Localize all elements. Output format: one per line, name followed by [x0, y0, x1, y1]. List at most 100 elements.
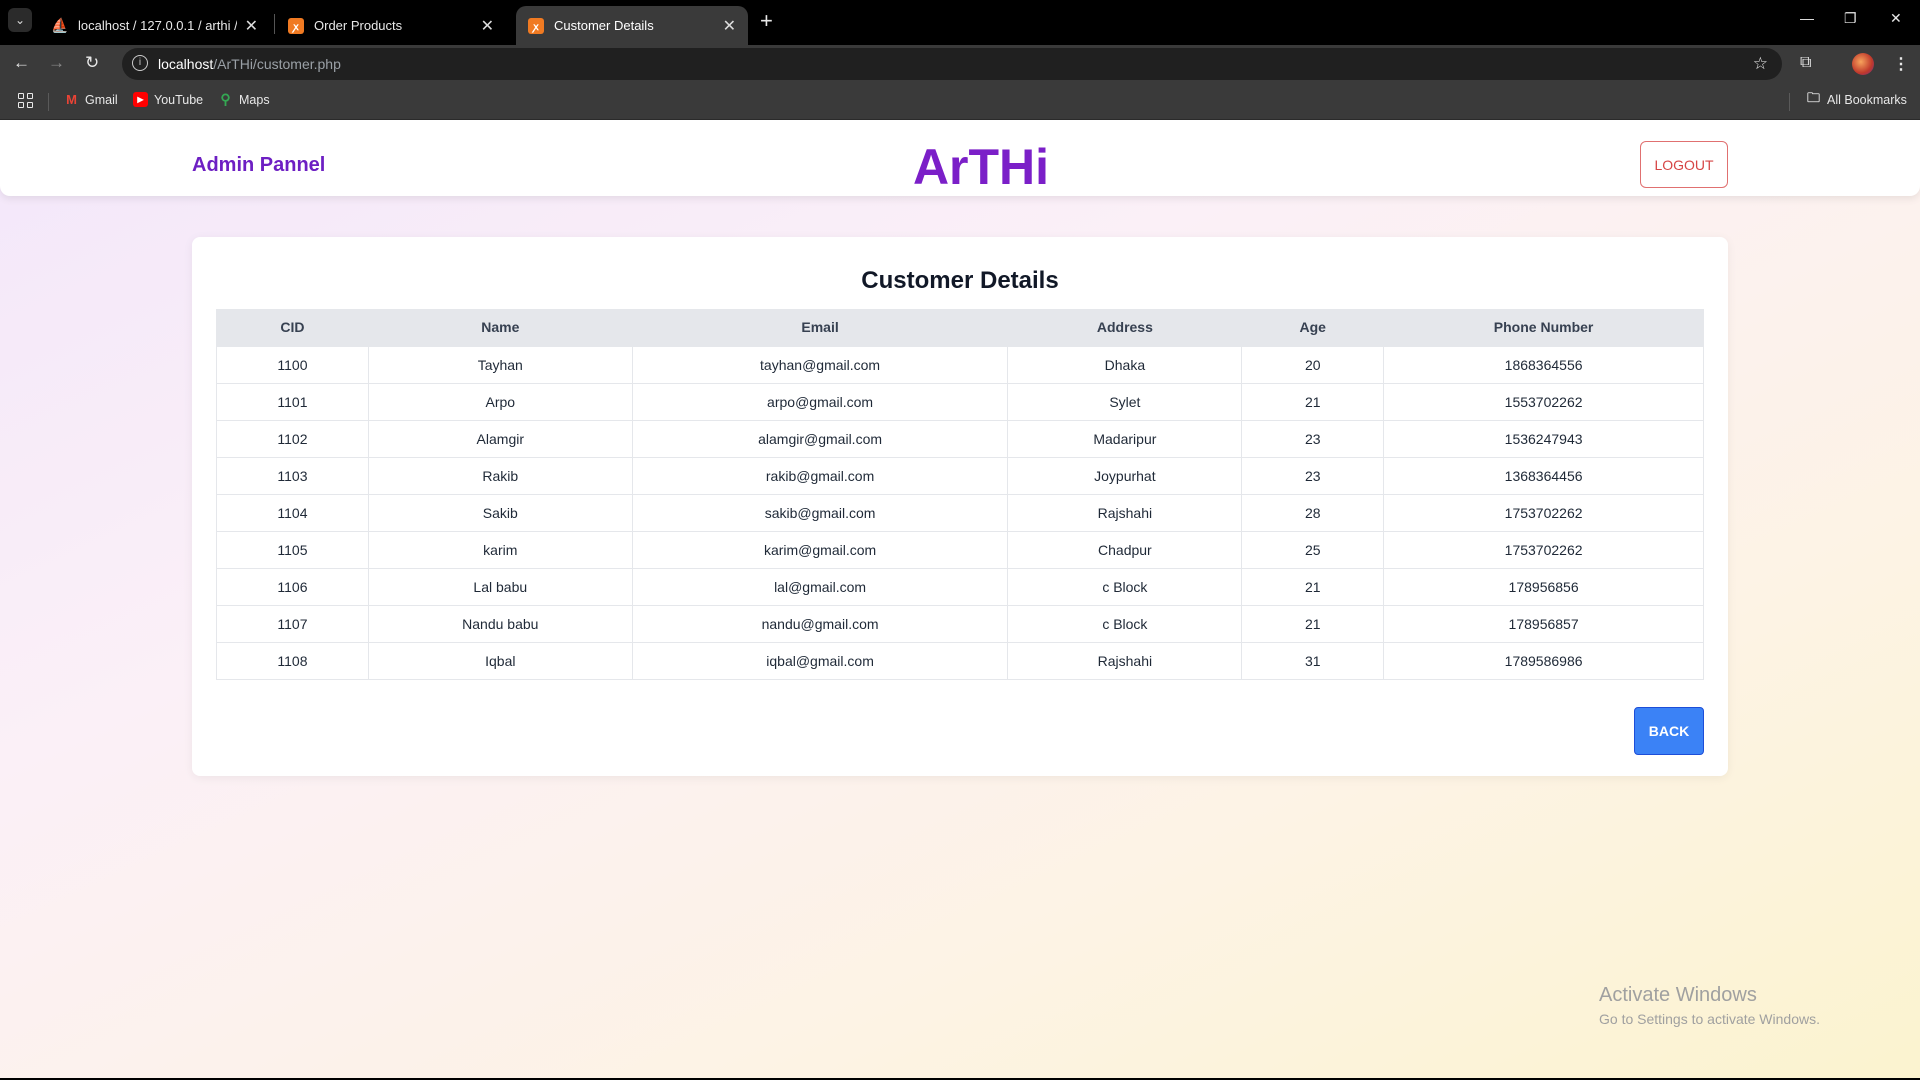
column-header-email: Email — [631, 309, 1009, 346]
cell-age: 23 — [1241, 456, 1385, 495]
bookmark-label: YouTube — [154, 92, 204, 107]
cell-address: c Block — [1007, 604, 1243, 643]
address-bar[interactable]: i localhost/ArTHi/customer.php ☆ — [122, 48, 1782, 80]
tab-order-products[interactable]: ꭗ Order Products ✕ — [276, 6, 506, 45]
tab-phpmyadmin[interactable]: ⛵ localhost / 127.0.0.1 / arthi / cu ✕ — [40, 6, 270, 45]
cell-age: 20 — [1241, 345, 1385, 384]
cell-cid: 1105 — [216, 530, 369, 569]
menu-kebab-icon[interactable]: ⋮ — [1893, 54, 1909, 74]
avatar[interactable] — [1852, 53, 1874, 75]
table-row: 1108 Iqbal iqbal@gmail.com Rajshahi 31 1… — [216, 641, 1704, 680]
column-header-address: Address — [1007, 309, 1243, 346]
cell-phone: 1789586986 — [1383, 641, 1704, 680]
cell-email: karim@gmail.com — [631, 530, 1009, 569]
cell-cid: 1103 — [216, 456, 369, 495]
cell-email: alamgir@gmail.com — [631, 419, 1009, 458]
cell-phone: 1868364556 — [1383, 345, 1704, 384]
gmail-icon: M — [66, 92, 77, 107]
cell-address: Rajshahi — [1007, 493, 1243, 532]
close-icon[interactable]: ✕ — [723, 16, 736, 36]
bookmark-star-icon[interactable]: ☆ — [1753, 54, 1768, 74]
table-row: 1101 Arpo arpo@gmail.com Sylet 21 155370… — [216, 382, 1704, 421]
cell-cid: 1102 — [216, 419, 369, 458]
cell-age: 21 — [1241, 567, 1385, 606]
table-row: 1106 Lal babu lal@gmail.com c Block 21 1… — [216, 567, 1704, 606]
cell-cid: 1104 — [216, 493, 369, 532]
cell-phone: 1536247943 — [1383, 419, 1704, 458]
minimize-icon[interactable]: — — [1800, 10, 1814, 26]
url-text[interactable]: localhost/ArTHi/customer.php — [158, 56, 341, 72]
bookmark-label: Maps — [239, 92, 270, 107]
cell-email: nandu@gmail.com — [631, 604, 1009, 643]
reload-icon[interactable]: ↻ — [85, 53, 99, 73]
cell-age: 28 — [1241, 493, 1385, 532]
restore-icon[interactable]: ❐ — [1844, 10, 1857, 27]
cell-address: Rajshahi — [1007, 641, 1243, 680]
cell-address: Joypurhat — [1007, 456, 1243, 495]
xampp-icon: ꭗ — [288, 17, 304, 34]
forward-arrow-icon[interactable]: → — [48, 53, 65, 73]
folder-icon: 🗀 — [1806, 89, 1820, 105]
cell-address: c Block — [1007, 567, 1243, 606]
tab-customer-details[interactable]: ꭗ Customer Details ✕ — [516, 6, 748, 45]
logout-button[interactable]: LOGOUT — [1640, 141, 1728, 188]
close-window-icon[interactable]: ✕ — [1890, 10, 1902, 27]
cell-name: karim — [367, 530, 633, 569]
cell-address: Dhaka — [1007, 345, 1243, 384]
back-arrow-icon[interactable]: ← — [13, 53, 30, 73]
extensions-icon[interactable]: ⧉ — [1800, 54, 1811, 72]
all-bookmarks-button[interactable]: 🗀 All Bookmarks — [1806, 89, 1907, 107]
new-tab-icon[interactable]: + — [760, 10, 773, 32]
bookmark-gmail[interactable]: M Gmail — [64, 92, 118, 107]
activate-windows-watermark: Activate Windows Go to Settings to activ… — [1599, 984, 1820, 1027]
bookmark-divider — [1789, 93, 1790, 111]
youtube-icon: ▶ — [133, 92, 148, 107]
cell-address: Madaripur — [1007, 419, 1243, 458]
cell-age: 21 — [1241, 382, 1385, 421]
tab-title: Customer Details — [554, 18, 654, 33]
cell-phone: 178956857 — [1383, 604, 1704, 643]
cell-age: 31 — [1241, 641, 1385, 680]
xampp-icon: ꭗ — [528, 17, 544, 34]
cell-name: Rakib — [367, 456, 633, 495]
url-host: localhost — [158, 56, 214, 72]
cell-email: lal@gmail.com — [631, 567, 1009, 606]
cell-age: 21 — [1241, 604, 1385, 643]
cell-name: Alamgir — [367, 419, 633, 458]
back-button[interactable]: BACK — [1634, 707, 1704, 755]
table-row: 1105 karim karim@gmail.com Chadpur 25 17… — [216, 530, 1704, 569]
apps-grid-icon[interactable] — [18, 93, 33, 108]
tab-search-button[interactable]: ⌄ — [8, 8, 32, 32]
table-row: 1100 Tayhan tayhan@gmail.com Dhaka 20 18… — [216, 345, 1704, 384]
cell-age: 23 — [1241, 419, 1385, 458]
phpmyadmin-icon: ⛵ — [51, 17, 69, 33]
cell-email: sakib@gmail.com — [631, 493, 1009, 532]
cell-phone: 1753702262 — [1383, 530, 1704, 569]
site-info-icon[interactable]: i — [132, 55, 148, 71]
column-header-age: Age — [1241, 309, 1385, 346]
cell-phone: 1368364456 — [1383, 456, 1704, 495]
cell-email: rakib@gmail.com — [631, 456, 1009, 495]
watermark-subtitle: Go to Settings to activate Windows. — [1599, 1011, 1820, 1027]
bookmark-maps[interactable]: ⚲ Maps — [218, 91, 270, 107]
tab-strip: ⌄ ⛵ localhost / 127.0.0.1 / arthi / cu ✕… — [0, 0, 1920, 45]
page-viewport: Admin Pannel ArTHi LOGOUT Customer Detai… — [0, 120, 1920, 1078]
table-row: 1104 Sakib sakib@gmail.com Rajshahi 28 1… — [216, 493, 1704, 532]
cell-name: Arpo — [367, 382, 633, 421]
cell-phone: 178956856 — [1383, 567, 1704, 606]
close-icon[interactable]: ✕ — [245, 16, 258, 36]
bookmark-label: Gmail — [85, 92, 118, 107]
table-header-row: CID Name Email Address Age Phone Number — [216, 309, 1704, 346]
watermark-title: Activate Windows — [1599, 984, 1757, 1006]
cell-cid: 1101 — [216, 382, 369, 421]
close-icon[interactable]: ✕ — [481, 16, 494, 36]
cell-age: 25 — [1241, 530, 1385, 569]
cell-name: Nandu babu — [367, 604, 633, 643]
cell-phone: 1553702262 — [1383, 382, 1704, 421]
customer-table: CID Name Email Address Age Phone Number … — [216, 309, 1704, 680]
cell-name: Iqbal — [367, 641, 633, 680]
table-row: 1107 Nandu babu nandu@gmail.com c Block … — [216, 604, 1704, 643]
browser-toolbar: ← → ↻ i localhost/ArTHi/customer.php ☆ ⧉… — [0, 45, 1920, 82]
cell-cid: 1108 — [216, 641, 369, 680]
bookmark-youtube[interactable]: ▶ YouTube — [133, 92, 203, 107]
